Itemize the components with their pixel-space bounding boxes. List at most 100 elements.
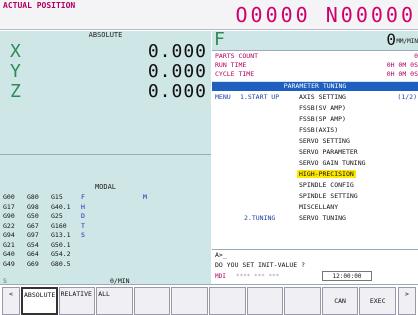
modal-code: D [81,212,85,220]
menu-row: SPINDLE SETTING [212,192,418,203]
softkey[interactable] [284,287,321,315]
softkey[interactable]: RELATIVE [58,287,96,315]
menu-item[interactable]: SERVO PARAMETER [299,148,358,156]
menu-item[interactable]: HIGH-PRECISION [297,170,356,178]
modal-code: G90 [3,212,15,220]
modal-code: M [143,193,147,201]
modal-code: G97 [27,231,39,239]
menu-title: PARAMETER TUNING [212,82,418,91]
menu-item[interactable]: FSSB(SP AMP) [299,115,346,123]
status-placeholders: **** *** *** [236,273,280,280]
modal-code: G94 [3,231,15,239]
softkey-bar: < ABSOLUTE RELATIVE ALL CAN EXEC > [0,284,418,315]
counter-label: RUN TIME [215,61,247,69]
modal-code: G54 [27,240,39,249]
menu-item[interactable]: FSSB(SV AMP) [299,104,346,112]
modal-code: G17 [3,202,15,211]
axis-value: 0.000 [147,61,207,82]
counter-value: 0H 0M 0S [386,61,418,69]
modal-code: G00 [3,193,15,201]
menu-item[interactable]: SPINDLE SETTING [299,192,358,200]
feed-value: 0 [386,30,396,49]
modal-code: G50.1 [51,240,71,249]
input-area: A>_ DO YOU SET INIT-VALUE ? MDI **** ***… [212,249,418,284]
modal-code: G40.1 [51,202,71,211]
mode-indicator: MDI [215,273,226,280]
absolute-title: ABSOLUTE [88,31,123,39]
parameter-tuning-menu: PARAMETER TUNING MENU 1.START UP (1/2) AXIS… [212,82,418,249]
input-prompt[interactable]: A>_ [215,251,227,259]
menu-group-start-up: 1.START UP [240,93,280,101]
softkey[interactable] [133,287,171,315]
modal-code: G67 [27,221,39,230]
modal-code: G54.2 [51,250,71,258]
confirm-message: DO YOU SET INIT-VALUE ? [215,261,306,269]
menu-row: 2.TUNING SERVO TUNING [212,214,418,225]
menu-row: SPINDLE CONFIG [212,181,418,192]
softkey[interactable]: ALL [96,287,133,315]
page-indicator: (1/2) [397,93,417,101]
modal-code: H [81,202,85,211]
feed-label: F [214,29,225,50]
menu-item[interactable]: SERVO GAIN TUNING [299,159,366,167]
axis-name: Z [10,81,21,102]
menu-item[interactable]: SERVO SETTING [299,137,350,145]
modal-code: T [81,221,85,230]
softkey-prev-arrow[interactable]: < [2,287,20,315]
softkey-next-arrow[interactable]: > [398,287,416,315]
menu-row: SERVO SETTING [212,137,418,148]
softkey[interactable] [246,287,284,315]
menu-item[interactable]: FSSB(AXIS) [299,126,338,134]
counter-row: CYCLE TIME 0H 0M 0S [215,70,418,79]
menu-row: MISCELLANY [212,203,418,214]
axis-name: Y [10,61,21,82]
axis-row-y: Y 0.000 [0,61,211,83]
counter-value: 0 [414,52,418,60]
counters-box: PARTS COUNT 0 RUN TIME 0H 0M 0S CYCLE TI… [212,51,418,81]
modal-code: G98 [27,202,39,211]
menu-row: MENU 1.START UP (1/2) AXIS SETTING [212,93,418,104]
menu-item[interactable]: SERVO TUNING [299,214,346,222]
counter-row: RUN TIME 0H 0M 0S [215,61,418,70]
menu-row: HIGH-PRECISION [212,170,418,181]
menu-label: MENU [215,93,231,101]
counter-row: PARTS COUNT 0 [215,52,418,61]
softkey[interactable] [171,287,208,315]
counter-label: PARTS COUNT [215,52,259,60]
position-panel: ABSOLUTE X 0.000 Y 0.000 Z 0.000 MODAL G… [0,31,211,285]
menu-item[interactable]: AXIS SETTING [299,93,346,101]
menu-row: SERVO GAIN TUNING [212,159,418,170]
axis-row-x: X 0.000 [0,41,211,63]
clock: 12:00:00 [322,271,372,281]
header-bar: ACTUAL POSITION O0000 N00000 [0,0,418,30]
modal-code: G160 [51,221,67,230]
counter-label: CYCLE TIME [215,70,255,78]
modal-code: G80 [27,193,39,201]
menu-item[interactable]: SPINDLE CONFIG [299,181,354,189]
softkey[interactable] [209,287,246,315]
absolute-position-box: ABSOLUTE X 0.000 Y 0.000 Z 0.000 [0,31,211,155]
menu-row: SERVO PARAMETER [212,148,418,159]
menu-item[interactable]: MISCELLANY [299,203,338,211]
softkey[interactable]: ABSOLUTE [21,287,58,315]
modal-code: S [81,231,85,239]
modal-code: G80.5 [51,259,71,268]
modal-code: F [81,193,85,201]
modal-code: G69 [27,259,39,268]
modal-info-box: MODAL G00 G80 G15 F M G17 G98 G40.1 H G90 G50 G25 D G… [0,183,211,285]
modal-code: G49 [3,259,15,268]
modal-code: G64 [27,250,39,258]
menu-row: FSSB(SP AMP) [212,115,418,126]
counter-value: 0H 0M 0S [386,70,418,78]
modal-code: G15 [51,193,63,201]
softkey[interactable]: CAN [321,287,359,315]
cnc-screen: ACTUAL POSITION O0000 N00000 ABSOLUTE X … [0,0,418,315]
axis-row-z: Z 0.000 [0,81,211,103]
axis-value: 0.000 [147,81,207,102]
modal-title: MODAL [94,183,117,191]
status-line: MDI **** *** *** 12:00:00 [212,271,418,282]
program-number: O0000 N00000 [235,3,416,27]
softkey[interactable]: EXEC [359,287,396,315]
modal-code: G40 [3,250,15,258]
feedrate-box: F 0 MM/MIN [212,29,418,51]
